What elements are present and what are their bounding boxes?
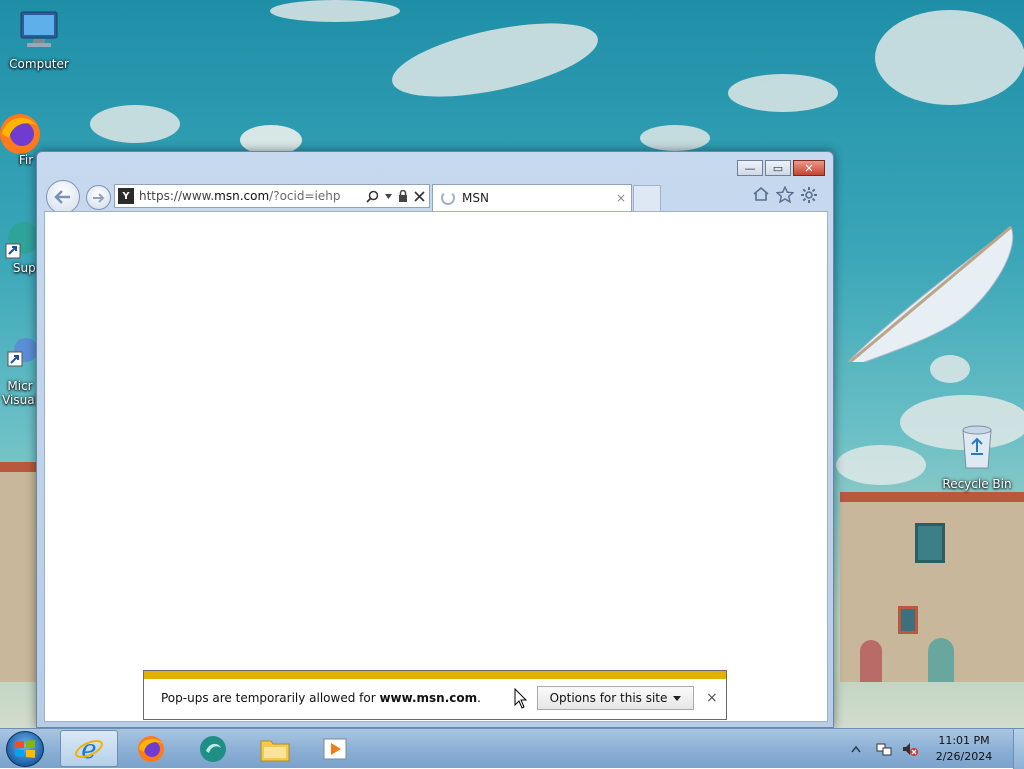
window-caption-buttons: — ▭ ✕ (737, 160, 825, 176)
notification-close-button[interactable]: × (706, 690, 718, 706)
network-icon[interactable] (875, 741, 893, 757)
desktop-icon-label: Computer (9, 57, 69, 71)
volume-muted-icon[interactable] (901, 741, 919, 757)
page-content-area[interactable] (44, 211, 828, 722)
minimize-button[interactable]: — (737, 160, 763, 176)
desktop-icon-label: Micr Visual (2, 379, 38, 407)
taskbar-firefox[interactable] (122, 730, 180, 767)
taskbar: e 11:01 PM 2/26/2024 (0, 728, 1024, 769)
tab-close-button[interactable]: × (616, 191, 626, 205)
notification-text-end: . (477, 691, 481, 705)
desktop-icon-recycle-bin[interactable]: Recycle Bin (940, 424, 1014, 491)
feather-illustration (847, 225, 1014, 362)
notification-text: Pop-ups are temporarily allowed for (161, 691, 380, 705)
desktop-icon-label: Recycle Bin (942, 477, 1012, 491)
show-hidden-icons-chevron-icon[interactable] (851, 745, 861, 753)
url-host: msn.com (214, 189, 270, 203)
back-button[interactable] (46, 180, 80, 214)
supercopier-icon (200, 735, 226, 762)
dropdown-arrow-icon (673, 695, 682, 701)
internet-explorer-icon: e (75, 735, 103, 764)
folder-icon (260, 740, 290, 761)
restore-button[interactable]: ▭ (765, 160, 791, 176)
stop-icon[interactable] (414, 190, 425, 202)
svg-text:e: e (81, 735, 96, 764)
notification-accent-stripe (144, 671, 726, 679)
taskbar-supercopier[interactable] (184, 730, 242, 767)
start-button[interactable] (6, 731, 44, 767)
taskbar-internet-explorer[interactable]: e (60, 730, 118, 767)
mouse-cursor-icon (514, 688, 528, 709)
forward-button[interactable] (86, 185, 111, 210)
notification-message: Pop-ups are temporarily allowed for www.… (161, 691, 481, 705)
arrow-left-icon (54, 190, 70, 204)
tab-title: MSN (462, 191, 489, 205)
tab-msn[interactable]: MSN × (432, 184, 632, 211)
clock-date: 2/26/2024 (935, 750, 993, 763)
show-desktop-button[interactable] (1013, 729, 1024, 769)
arrow-right-icon (93, 192, 105, 203)
recycle-bin-icon (962, 425, 992, 469)
settings-gear-icon[interactable] (800, 186, 818, 204)
site-favicon: Y (118, 188, 134, 204)
computer-icon (20, 11, 58, 47)
clock-time: 11:01 PM (938, 734, 990, 747)
desktop-icon-computer[interactable]: Computer (4, 10, 74, 71)
media-player-icon (323, 738, 347, 759)
browser-command-icons (752, 186, 818, 204)
taskbar-file-explorer[interactable] (246, 730, 304, 767)
taskbar-media-player[interactable] (306, 730, 364, 767)
system-tray: 11:01 PM 2/26/2024 (851, 729, 1024, 769)
loading-spinner-icon (441, 191, 455, 205)
home-icon[interactable] (752, 186, 770, 202)
firefox-icon (138, 735, 164, 762)
search-icon[interactable] (366, 190, 379, 203)
options-for-this-site-button[interactable]: Options for this site (537, 686, 694, 710)
popup-notification-bar: Pop-ups are temporarily allowed for www.… (143, 670, 727, 720)
address-bar[interactable]: Y https://www. msn.com/?ocid=iehp (114, 184, 430, 208)
firefox-icon (0, 114, 40, 154)
notification-site: www.msn.com (379, 691, 478, 705)
dropdown-arrow-icon[interactable] (385, 193, 392, 199)
windows-logo-icon (15, 740, 35, 758)
lock-icon[interactable] (398, 190, 408, 202)
taskbar-clock[interactable]: 11:01 PM 2/26/2024 (929, 733, 999, 765)
new-tab-button[interactable] (633, 185, 661, 211)
close-window-button[interactable]: ✕ (793, 160, 825, 176)
favorites-star-icon[interactable] (776, 186, 794, 203)
url-scheme: https://www. (139, 189, 215, 203)
options-label: Options for this site (549, 691, 668, 705)
url-path: /?ocid=iehp (269, 189, 341, 203)
